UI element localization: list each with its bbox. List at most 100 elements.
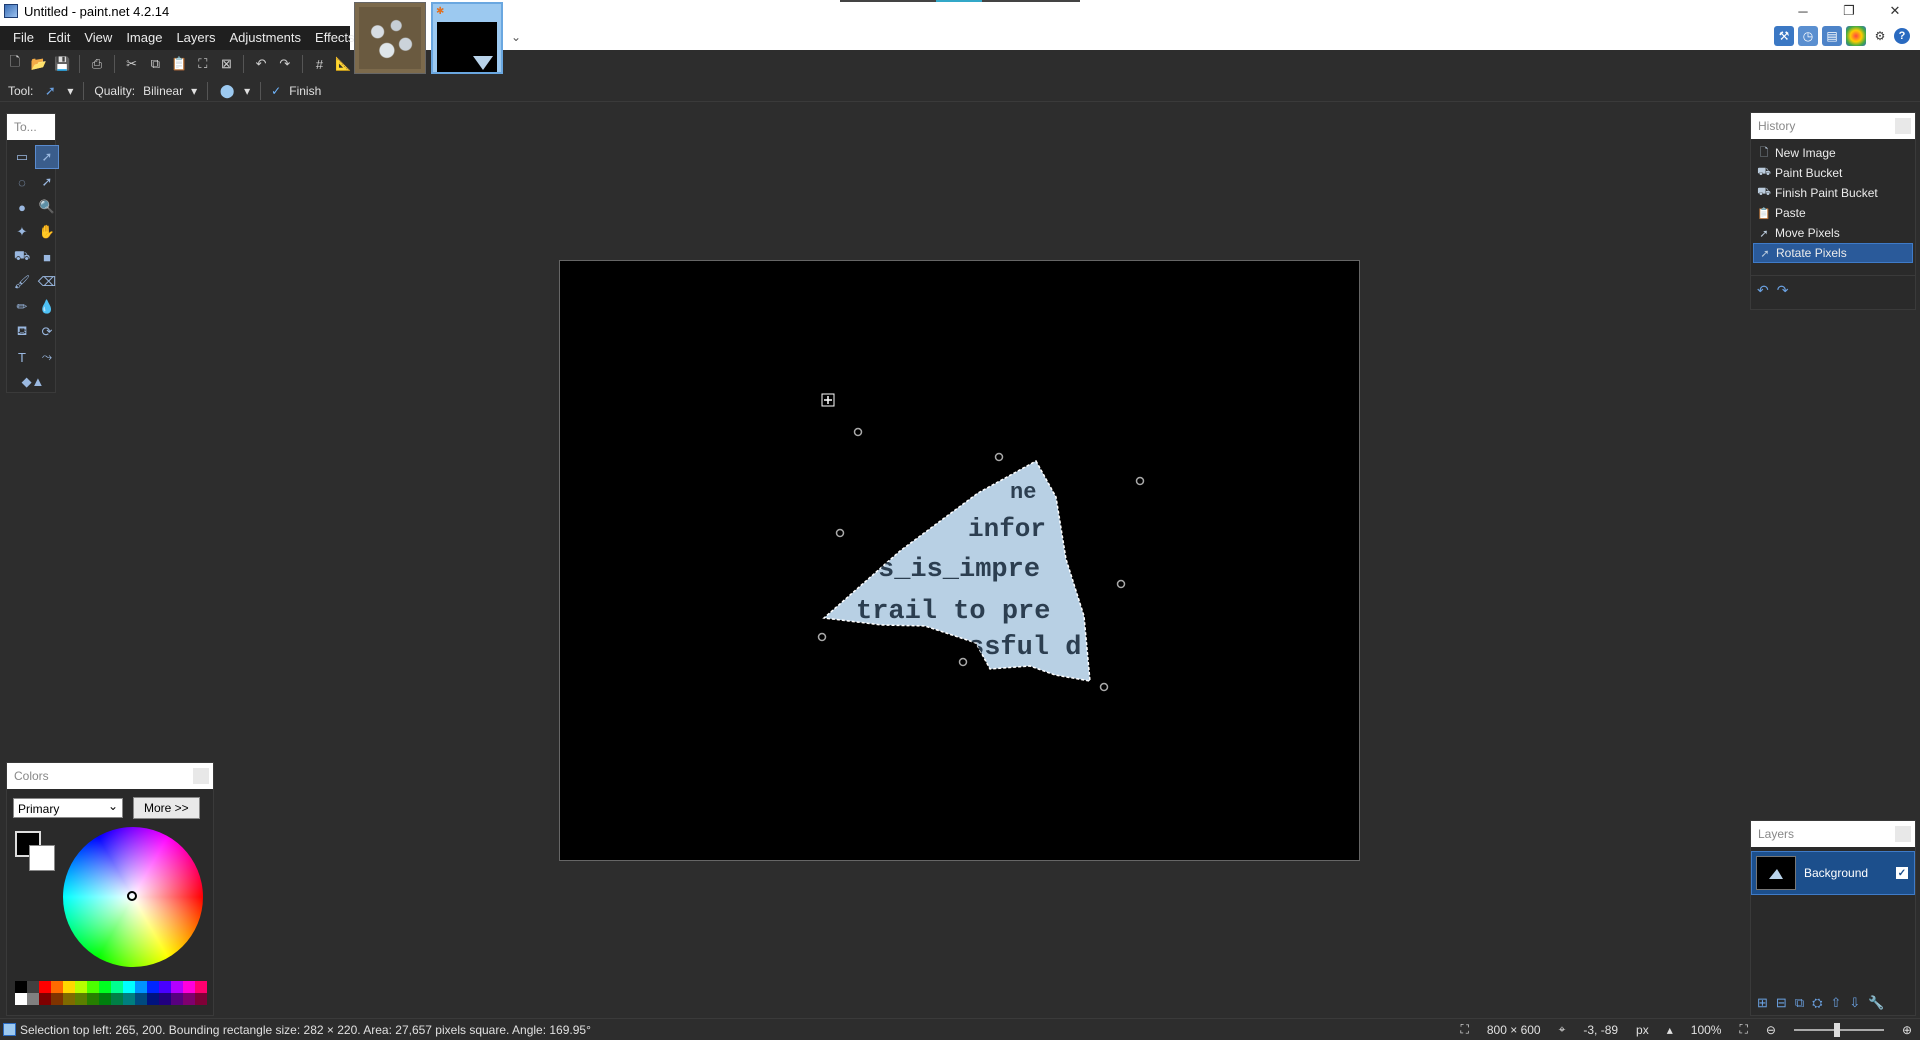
menu-adjustments[interactable]: Adjustments: [222, 26, 308, 50]
palette-swatch[interactable]: [111, 993, 123, 1005]
history-item[interactable]: ⛟ Finish Paint Bucket: [1753, 183, 1913, 203]
palette-swatch[interactable]: [51, 993, 63, 1005]
colors-window-toggle-icon[interactable]: [1846, 26, 1866, 46]
palette-swatch[interactable]: [75, 993, 87, 1005]
new-image-icon[interactable]: 🗋: [6, 54, 24, 73]
settings-gear-icon[interactable]: ⚙: [1870, 26, 1890, 46]
menu-effects[interactable]: Effects: [308, 26, 362, 50]
blend-mode-icon[interactable]: ⬤: [218, 82, 236, 100]
redo-icon[interactable]: ↷: [276, 55, 294, 73]
lasso-select-tool-icon[interactable]: ◌: [11, 171, 33, 193]
palette-swatch[interactable]: [171, 981, 183, 993]
history-item[interactable]: 🗋 New Image: [1753, 143, 1913, 163]
rotate-handle[interactable]: [1116, 579, 1126, 589]
history-close-button[interactable]: [1895, 118, 1911, 134]
rotate-handle[interactable]: [1135, 476, 1145, 486]
finish-check-icon[interactable]: ✓: [271, 84, 281, 98]
palette-swatch[interactable]: [87, 981, 99, 993]
line-curve-tool-icon[interactable]: ⤳: [36, 346, 58, 368]
palette-swatch[interactable]: [111, 981, 123, 993]
pan-tool-icon[interactable]: ✋: [36, 221, 58, 243]
zoom-tool-icon[interactable]: 🔍: [36, 196, 58, 218]
zoom-to-window-icon[interactable]: ⛶: [1739, 1022, 1747, 1037]
image-canvas[interactable]: ne infor s_is_impre trail to pre ssful d: [559, 260, 1360, 861]
close-button[interactable]: ✕: [1872, 0, 1918, 22]
layer-row[interactable]: Background ✓: [1751, 851, 1915, 895]
color-mode-select[interactable]: Primary: [13, 796, 123, 818]
colors-close-button[interactable]: [193, 768, 209, 784]
rotate-handle[interactable]: [853, 427, 863, 437]
tabs-dropdown-chevron-icon[interactable]: ⌄: [511, 30, 521, 44]
menu-view[interactable]: View: [77, 26, 119, 50]
print-icon[interactable]: ⎙: [88, 55, 106, 73]
menu-layers[interactable]: Layers: [169, 26, 222, 50]
palette-swatch[interactable]: [63, 981, 75, 993]
crop-to-selection-icon[interactable]: ⛶: [194, 55, 212, 73]
move-handle-icon[interactable]: [821, 393, 835, 407]
move-selected-pixels-tool-icon[interactable]: ➚: [35, 145, 59, 169]
palette-swatch[interactable]: [183, 981, 195, 993]
palette-swatch[interactable]: [75, 981, 87, 993]
palette-swatch[interactable]: [99, 993, 111, 1005]
restore-button[interactable]: ❐: [1826, 0, 1872, 22]
palette-swatch[interactable]: [159, 981, 171, 993]
layers-close-button[interactable]: [1895, 826, 1911, 842]
pencil-tool-icon[interactable]: ✏: [11, 296, 33, 318]
zoom-value[interactable]: 100%: [1691, 1023, 1722, 1037]
color-wheel-selector[interactable]: [127, 891, 137, 901]
blend-chevron-icon[interactable]: ▾: [244, 84, 250, 98]
add-layer-icon[interactable]: ⊞: [1757, 995, 1768, 1011]
rotate-handle[interactable]: [958, 657, 968, 667]
palette-swatch[interactable]: [51, 981, 63, 993]
zoom-slider[interactable]: [1793, 1022, 1884, 1037]
deselect-icon[interactable]: ⊠: [218, 55, 236, 73]
merge-layer-icon[interactable]: ⛭: [1812, 995, 1822, 1011]
palette-swatch[interactable]: [159, 993, 171, 1005]
palette-swatch[interactable]: [39, 993, 51, 1005]
palette-swatch[interactable]: [195, 993, 207, 1005]
layers-window-toggle-icon[interactable]: ▤: [1822, 26, 1842, 46]
palette-swatch[interactable]: [27, 993, 39, 1005]
menu-file[interactable]: File: [6, 26, 41, 50]
move-layer-up-icon[interactable]: ⇧: [1831, 995, 1842, 1011]
undo-icon[interactable]: ↶: [252, 55, 270, 73]
move-layer-down-icon[interactable]: ⇩: [1849, 995, 1860, 1011]
palette-swatch[interactable]: [15, 981, 27, 993]
clone-stamp-tool-icon[interactable]: ⛾: [11, 321, 33, 343]
text-tool-icon[interactable]: T: [11, 346, 33, 368]
palette-swatch[interactable]: [87, 993, 99, 1005]
move-selected-tool-icon[interactable]: ➚: [41, 82, 59, 100]
delete-layer-icon[interactable]: ⊟: [1776, 995, 1787, 1011]
zoom-in-icon[interactable]: ⊕: [1902, 1023, 1912, 1037]
history-undo-icon[interactable]: ↶: [1757, 282, 1769, 299]
paste-icon[interactable]: 📋: [170, 55, 188, 73]
help-icon[interactable]: ?: [1894, 28, 1910, 44]
palette-swatch[interactable]: [147, 993, 159, 1005]
document-tab-untitled[interactable]: ✱: [431, 2, 503, 74]
secondary-color-swatch[interactable]: [29, 845, 55, 871]
paintbrush-tool-icon[interactable]: 🖌: [11, 271, 33, 293]
save-icon[interactable]: 💾: [53, 55, 71, 73]
quality-select[interactable]: Bilinear: [143, 84, 183, 98]
duplicate-layer-icon[interactable]: ⧉: [1795, 995, 1804, 1011]
rotate-handle[interactable]: [835, 528, 845, 538]
color-wheel[interactable]: [63, 827, 203, 967]
rotate-handle[interactable]: [817, 632, 827, 642]
palette-swatch[interactable]: [195, 981, 207, 993]
palette-swatch[interactable]: [27, 981, 39, 993]
zoom-out-icon[interactable]: ⊖: [1766, 1023, 1776, 1037]
palette-swatch[interactable]: [123, 981, 135, 993]
history-redo-icon[interactable]: ↷: [1777, 282, 1789, 299]
tools-window-toggle-icon[interactable]: ⚒: [1774, 26, 1794, 46]
palette-swatch[interactable]: [135, 981, 147, 993]
grid-icon[interactable]: #: [311, 55, 329, 73]
gradient-tool-icon[interactable]: ■: [36, 246, 58, 268]
palette-swatch[interactable]: [63, 993, 75, 1005]
history-item[interactable]: 📋 Paste: [1753, 203, 1913, 223]
palette-swatch[interactable]: [171, 993, 183, 1005]
shapes-tool-icon[interactable]: ◆▲: [11, 371, 55, 393]
quality-chevron-icon[interactable]: ▾: [191, 84, 197, 98]
rotate-handle[interactable]: [994, 452, 1004, 462]
palette-swatch[interactable]: [135, 993, 147, 1005]
recolor-tool-icon[interactable]: ⟳: [36, 321, 58, 343]
